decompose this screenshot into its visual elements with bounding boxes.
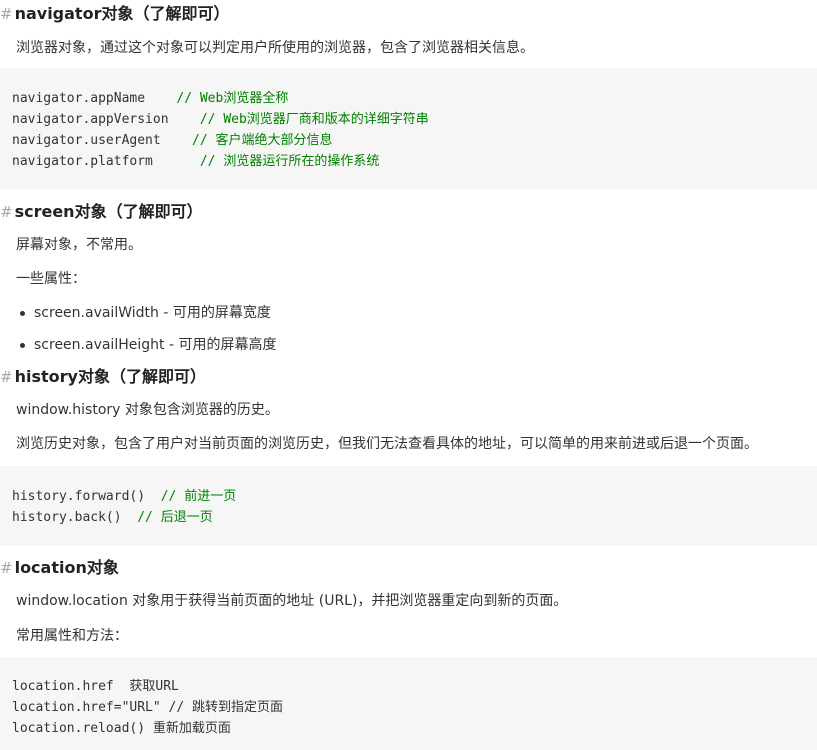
code-comment: // Web浏览器全称 — [176, 91, 289, 106]
code-block-navigator: navigator.appName // Web浏览器全称 navigator.… — [0, 68, 817, 189]
navigator-description: 浏览器对象，通过这个对象可以判定用户所使用的浏览器，包含了浏览器相关信息。 — [16, 40, 534, 56]
code-text: navigator.platform — [12, 154, 200, 169]
heading-text: navigator对象（了解即可） — [14, 4, 230, 23]
code-block-location: location.href 获取URL location.href="URL" … — [0, 657, 817, 750]
heading-text: location对象 — [14, 558, 119, 577]
bullet-icon — [20, 311, 25, 316]
screen-props-label: 一些属性： — [16, 271, 86, 287]
code-line: history.forward() // 前进一页 — [12, 486, 236, 507]
code-comment: // 后退一页 — [137, 510, 213, 525]
code-text: navigator.appName — [12, 91, 177, 106]
heading-text: screen对象（了解即可） — [14, 202, 203, 221]
code-line: location.href="URL" // 跳转到指定页面 — [12, 700, 284, 715]
heading-screen: # screen对象（了解即可） — [0, 200, 203, 224]
heading-anchor-icon[interactable]: # — [0, 203, 13, 221]
code-comment: // 客户端绝大部分信息 — [192, 133, 333, 148]
code-comment: // Web浏览器厂商和版本的详细字符串 — [199, 112, 429, 127]
heading-anchor-icon[interactable]: # — [0, 368, 13, 386]
code-text: history.back() — [12, 510, 138, 525]
history-description: window.history 对象包含浏览器的历史。 — [16, 402, 279, 418]
code-line: location.reload() 重新加载页面 — [12, 721, 231, 736]
code-line: history.back() // 后退一页 — [12, 507, 213, 528]
code-comment: // 浏览器运行所在的操作系统 — [199, 154, 380, 169]
location-description: window.location 对象用于获得当前页面的地址 (URL)，并把浏览… — [16, 593, 568, 609]
location-methods-label: 常用属性和方法： — [16, 628, 128, 644]
code-text: navigator.appVersion — [12, 112, 200, 127]
code-text: history.forward() — [12, 489, 161, 504]
list-item: screen.availWidth - 可用的屏幕宽度 — [34, 305, 271, 321]
heading-location: # location对象 — [0, 556, 119, 580]
bullet-icon — [20, 343, 25, 348]
code-comment: // 前进一页 — [160, 489, 237, 504]
code-line: navigator.platform // 浏览器运行所在的操作系统 — [12, 151, 379, 172]
heading-anchor-icon[interactable]: # — [0, 559, 13, 577]
history-detail: 浏览历史对象，包含了用户对当前页面的浏览历史，但我们无法查看具体的地址，可以简单… — [16, 436, 758, 452]
code-line: location.href 获取URL — [12, 679, 179, 694]
code-block-history: history.forward() // 前进一页 history.back()… — [0, 466, 817, 546]
code-line: navigator.userAgent // 客户端绝大部分信息 — [12, 130, 333, 151]
heading-anchor-icon[interactable]: # — [0, 5, 13, 23]
list-item: screen.availHeight - 可用的屏幕高度 — [34, 337, 277, 353]
heading-history: # history对象（了解即可） — [0, 365, 206, 389]
code-line: navigator.appName // Web浏览器全称 — [12, 88, 288, 109]
screen-description: 屏幕对象，不常用。 — [16, 237, 142, 253]
heading-navigator: # navigator对象（了解即可） — [0, 2, 229, 26]
code-line: navigator.appVersion // Web浏览器厂商和版本的详细字符… — [12, 109, 429, 130]
heading-text: history对象（了解即可） — [14, 367, 206, 386]
code-text: navigator.userAgent — [12, 133, 193, 148]
